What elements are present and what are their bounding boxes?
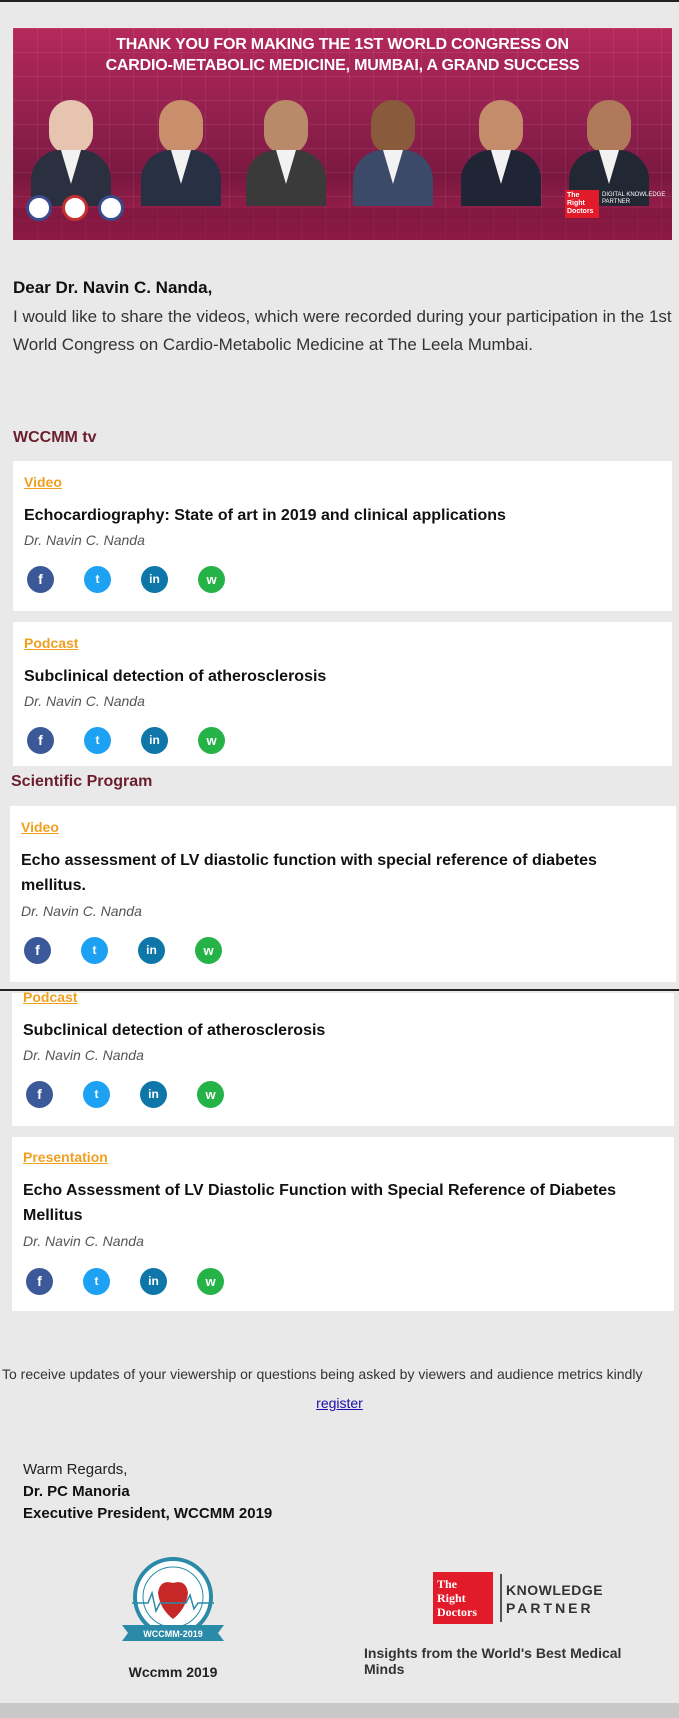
signer-role: Executive President, WCCMM 2019 — [23, 1505, 273, 1522]
linkedin-icon[interactable]: in — [138, 937, 165, 964]
whatsapp-icon[interactable]: w — [195, 937, 222, 964]
content-title[interactable]: Echo assessment of LV diastolic function… — [21, 848, 641, 898]
facebook-icon[interactable]: f — [27, 566, 54, 593]
facebook-icon[interactable]: f — [27, 727, 54, 754]
content-type-link[interactable]: Presentation — [23, 1149, 108, 1165]
content-author: Dr. Navin C. Nanda — [23, 1047, 144, 1063]
twitter-icon[interactable]: t — [83, 1081, 110, 1108]
twitter-icon[interactable]: t — [84, 727, 111, 754]
screenshot-divider — [0, 989, 679, 991]
banner-title-line2: CARDIO-METABOLIC MEDICINE, MUMBAI, A GRA… — [105, 57, 580, 74]
register-link[interactable]: register — [0, 1395, 679, 1411]
signer-name: Dr. PC Manoria — [23, 1483, 130, 1500]
content-author: Dr. Navin C. Nanda — [24, 532, 145, 548]
content-card: Podcast Subclinical detection of atheros… — [13, 622, 672, 766]
banner-title: THANK YOU FOR MAKING THE 1ST WORLD CONGR… — [13, 34, 672, 76]
speaker-portrait — [345, 96, 441, 206]
content-type-link[interactable]: Video — [24, 474, 62, 490]
share-buttons: f t in w — [26, 1268, 236, 1296]
content-card: Podcast Subclinical detection of atheros… — [12, 989, 674, 1126]
content-author: Dr. Navin C. Nanda — [21, 903, 142, 919]
bottom-band — [0, 1703, 679, 1718]
content-card: Presentation Echo Assessment of LV Diast… — [12, 1137, 674, 1311]
wccmm-logo: WCCMM-2019 — [118, 1553, 228, 1653]
whatsapp-icon[interactable]: w — [198, 727, 225, 754]
signature-block: Warm Regards, Dr. PC Manoria Executive P… — [23, 1459, 272, 1525]
content-title[interactable]: Subclinical detection of atherosclerosis — [24, 664, 654, 689]
right-doctors-logo: The Right Doctors — [565, 190, 599, 218]
the-right-doctors-logo: The Right Doctors — [433, 1572, 493, 1624]
partner-line1: KNOWLEDGE — [506, 1582, 604, 1598]
content-type-link[interactable]: Podcast — [24, 635, 78, 651]
linkedin-icon[interactable]: in — [140, 1081, 167, 1108]
banner-title-line1: THANK YOU FOR MAKING THE 1ST WORLD CONGR… — [116, 36, 569, 53]
section-title-scientific-program: Scientific Program — [11, 773, 153, 790]
content-title[interactable]: Echocardiography: State of art in 2019 a… — [24, 503, 654, 528]
twitter-icon[interactable]: t — [84, 566, 111, 593]
content-card: Video Echo assessment of LV diastolic fu… — [10, 806, 676, 982]
whatsapp-icon[interactable]: w — [197, 1081, 224, 1108]
association-seal-icon — [62, 195, 88, 221]
share-buttons: f t in w — [26, 1081, 236, 1109]
speaker-portrait — [453, 96, 549, 206]
facebook-icon[interactable]: f — [26, 1268, 53, 1295]
facebook-icon[interactable]: f — [24, 937, 51, 964]
association-seal-icon — [26, 195, 52, 221]
speaker-portrait — [133, 96, 229, 206]
twitter-icon[interactable]: t — [81, 937, 108, 964]
linkedin-icon[interactable]: in — [141, 727, 168, 754]
content-type-link[interactable]: Podcast — [23, 989, 77, 1005]
share-buttons: f t in w — [24, 937, 234, 965]
content-title[interactable]: Echo Assessment of LV Diastolic Function… — [23, 1178, 663, 1228]
trd-logo-line3: Doctors — [437, 1605, 477, 1619]
share-buttons: f t in w — [27, 727, 237, 755]
share-buttons: f t in w — [27, 566, 237, 594]
regards-text: Warm Regards, — [23, 1461, 128, 1478]
content-type-link[interactable]: Video — [21, 819, 59, 835]
trd-logo-line1: The — [437, 1577, 458, 1591]
content-title[interactable]: Subclinical detection of atherosclerosis — [23, 1018, 653, 1043]
facebook-icon[interactable]: f — [26, 1081, 53, 1108]
viewership-note: To receive updates of your viewership or… — [2, 1366, 643, 1382]
wccmm-badge-text: WCCMM-2019 — [143, 1629, 203, 1639]
content-author: Dr. Navin C. Nanda — [24, 693, 145, 709]
speaker-portrait — [23, 96, 119, 206]
whatsapp-icon[interactable]: w — [198, 566, 225, 593]
wccmm-label: Wccmm 2019 — [128, 1664, 218, 1680]
knowledge-partner-text: KNOWLEDGE PARTNER — [506, 1581, 603, 1617]
whatsapp-icon[interactable]: w — [197, 1268, 224, 1295]
association-seal-icon — [98, 195, 124, 221]
speaker-portrait — [238, 96, 334, 206]
section-title-wccmm-tv: WCCMM tv — [13, 429, 97, 446]
logo-separator — [500, 1574, 502, 1622]
linkedin-icon[interactable]: in — [140, 1268, 167, 1295]
intro-paragraph: I would like to share the videos, which … — [13, 307, 672, 354]
partner-line2: PARTNER — [506, 1600, 594, 1616]
trd-logo-line2: Right — [437, 1591, 466, 1605]
tagline: Insights from the World's Best Medical M… — [364, 1645, 622, 1677]
top-border — [0, 0, 679, 2]
content-card: Video Echocardiography: State of art in … — [13, 461, 672, 611]
content-author: Dr. Navin C. Nanda — [23, 1233, 144, 1249]
greeting: Dear Dr. Navin C. Nanda, — [13, 278, 213, 297]
banner-partner-caption: DIGITAL KNOWLEDGE PARTNER — [602, 192, 666, 205]
linkedin-icon[interactable]: in — [141, 566, 168, 593]
twitter-icon[interactable]: t — [83, 1268, 110, 1295]
